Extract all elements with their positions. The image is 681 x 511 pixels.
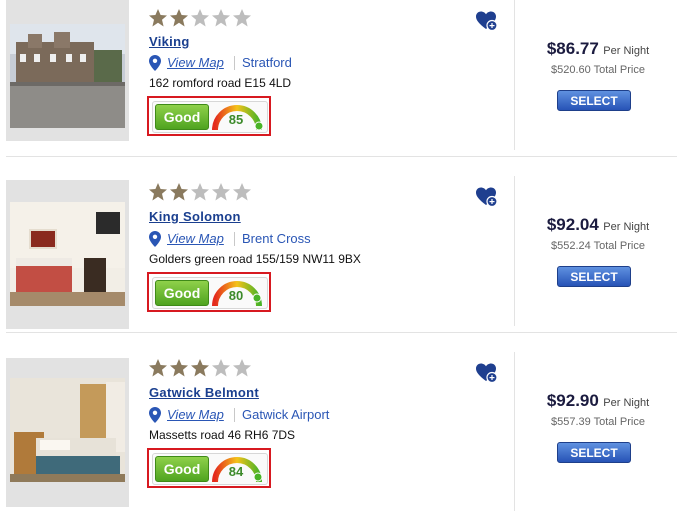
- favorite-heart-icon[interactable]: [476, 186, 498, 208]
- total-price-label: Total Price: [593, 64, 645, 76]
- view-map-link[interactable]: View Map: [167, 55, 224, 70]
- hotel-name-link[interactable]: King Solomon: [149, 209, 241, 224]
- per-night-label: Per Night: [603, 397, 650, 409]
- card-separator: [6, 332, 677, 333]
- guest-rating-box: Good 80: [147, 272, 271, 312]
- map-pin-icon: [149, 231, 161, 247]
- price-per-night: $92.90: [546, 391, 599, 410]
- total-price-line: $520.60 Total Price: [515, 64, 681, 76]
- guest-rating[interactable]: Good 80: [152, 277, 268, 309]
- map-line: View Map Gatwick Airport: [149, 407, 359, 423]
- hotel-photo-frame: [6, 0, 129, 141]
- hotel-name-link[interactable]: Gatwick Belmont: [149, 385, 259, 400]
- rating-label: Good: [155, 280, 209, 306]
- total-price: $552.24: [551, 240, 591, 252]
- hotel-photo-frame: [6, 358, 129, 507]
- per-night-label: Per Night: [603, 221, 650, 233]
- star-icon: [149, 359, 167, 377]
- price-per-night: $86.77: [546, 39, 599, 58]
- hotel-photo[interactable]: [10, 378, 125, 482]
- view-map-link[interactable]: View Map: [167, 231, 224, 246]
- select-button[interactable]: SELECT: [557, 266, 631, 287]
- hotel-address: Golders green road 155/159 NW11 9BX: [149, 252, 361, 266]
- hotel-address: Massetts road 46 RH6 7DS: [149, 428, 296, 442]
- star-icon: [233, 359, 251, 377]
- hotel-card: King Solomon View Map Brent Cross Golder…: [0, 168, 681, 333]
- divider: [234, 408, 235, 422]
- total-price-label: Total Price: [593, 416, 645, 428]
- column-divider: [514, 352, 515, 511]
- guest-rating-box: Good 84: [147, 448, 271, 488]
- area-name: Stratford: [242, 55, 292, 70]
- map-line: View Map Stratford: [149, 55, 329, 71]
- favorite-heart-icon[interactable]: [476, 362, 498, 384]
- hotel-photo[interactable]: [10, 202, 125, 306]
- map-pin-icon: [149, 407, 161, 423]
- star-icon: [149, 9, 167, 27]
- card-separator: [6, 156, 677, 157]
- select-button[interactable]: SELECT: [557, 90, 631, 111]
- hotel-photo-frame: [6, 180, 129, 329]
- select-button[interactable]: SELECT: [557, 442, 631, 463]
- hotel-card: Gatwick Belmont View Map Gatwick Airport…: [0, 344, 681, 511]
- guest-rating[interactable]: Good 85: [152, 101, 268, 133]
- rating-score: 80: [228, 288, 244, 303]
- star-icon: [233, 183, 251, 201]
- star-icon: [170, 359, 188, 377]
- view-map-link[interactable]: View Map: [167, 407, 224, 422]
- map-pin-icon: [149, 55, 161, 71]
- price-line: $92.90 Per Night: [515, 391, 681, 411]
- rating-score: 85: [228, 112, 244, 127]
- total-price-line: $557.39 Total Price: [515, 416, 681, 428]
- per-night-label: Per Night: [603, 45, 650, 57]
- rating-label: Good: [155, 104, 209, 130]
- area-name: Brent Cross: [242, 231, 311, 246]
- map-line: View Map Brent Cross: [149, 231, 349, 247]
- star-icon: [212, 9, 230, 27]
- hotel-address: 162 romford road E15 4LD: [149, 76, 292, 90]
- total-price: $557.39: [551, 416, 591, 428]
- rating-label: Good: [155, 456, 209, 482]
- star-icon: [149, 183, 167, 201]
- area-name: Gatwick Airport: [242, 407, 330, 422]
- hotel-card: Viking View Map Stratford 162 romford ro…: [0, 0, 681, 157]
- star-icon: [212, 183, 230, 201]
- price-line: $92.04 Per Night: [515, 215, 681, 235]
- hotel-photo[interactable]: [10, 24, 125, 128]
- star-icon: [212, 359, 230, 377]
- star-icon: [191, 359, 209, 377]
- total-price-line: $552.24 Total Price: [515, 240, 681, 252]
- star-icon: [191, 183, 209, 201]
- hotel-name-link[interactable]: Viking: [149, 34, 190, 49]
- total-price: $520.60: [551, 64, 591, 76]
- guest-rating[interactable]: Good 84: [152, 453, 268, 485]
- favorite-heart-icon[interactable]: [476, 10, 498, 32]
- star-icon: [170, 9, 188, 27]
- divider: [234, 56, 235, 70]
- total-price-label: Total Price: [593, 240, 645, 252]
- star-icon: [233, 9, 251, 27]
- divider: [234, 232, 235, 246]
- rating-score: 84: [228, 464, 244, 479]
- guest-rating-box: Good 85: [147, 96, 271, 136]
- price-per-night: $92.04: [546, 215, 599, 234]
- star-icon: [191, 9, 209, 27]
- price-line: $86.77 Per Night: [515, 39, 681, 59]
- star-icon: [170, 183, 188, 201]
